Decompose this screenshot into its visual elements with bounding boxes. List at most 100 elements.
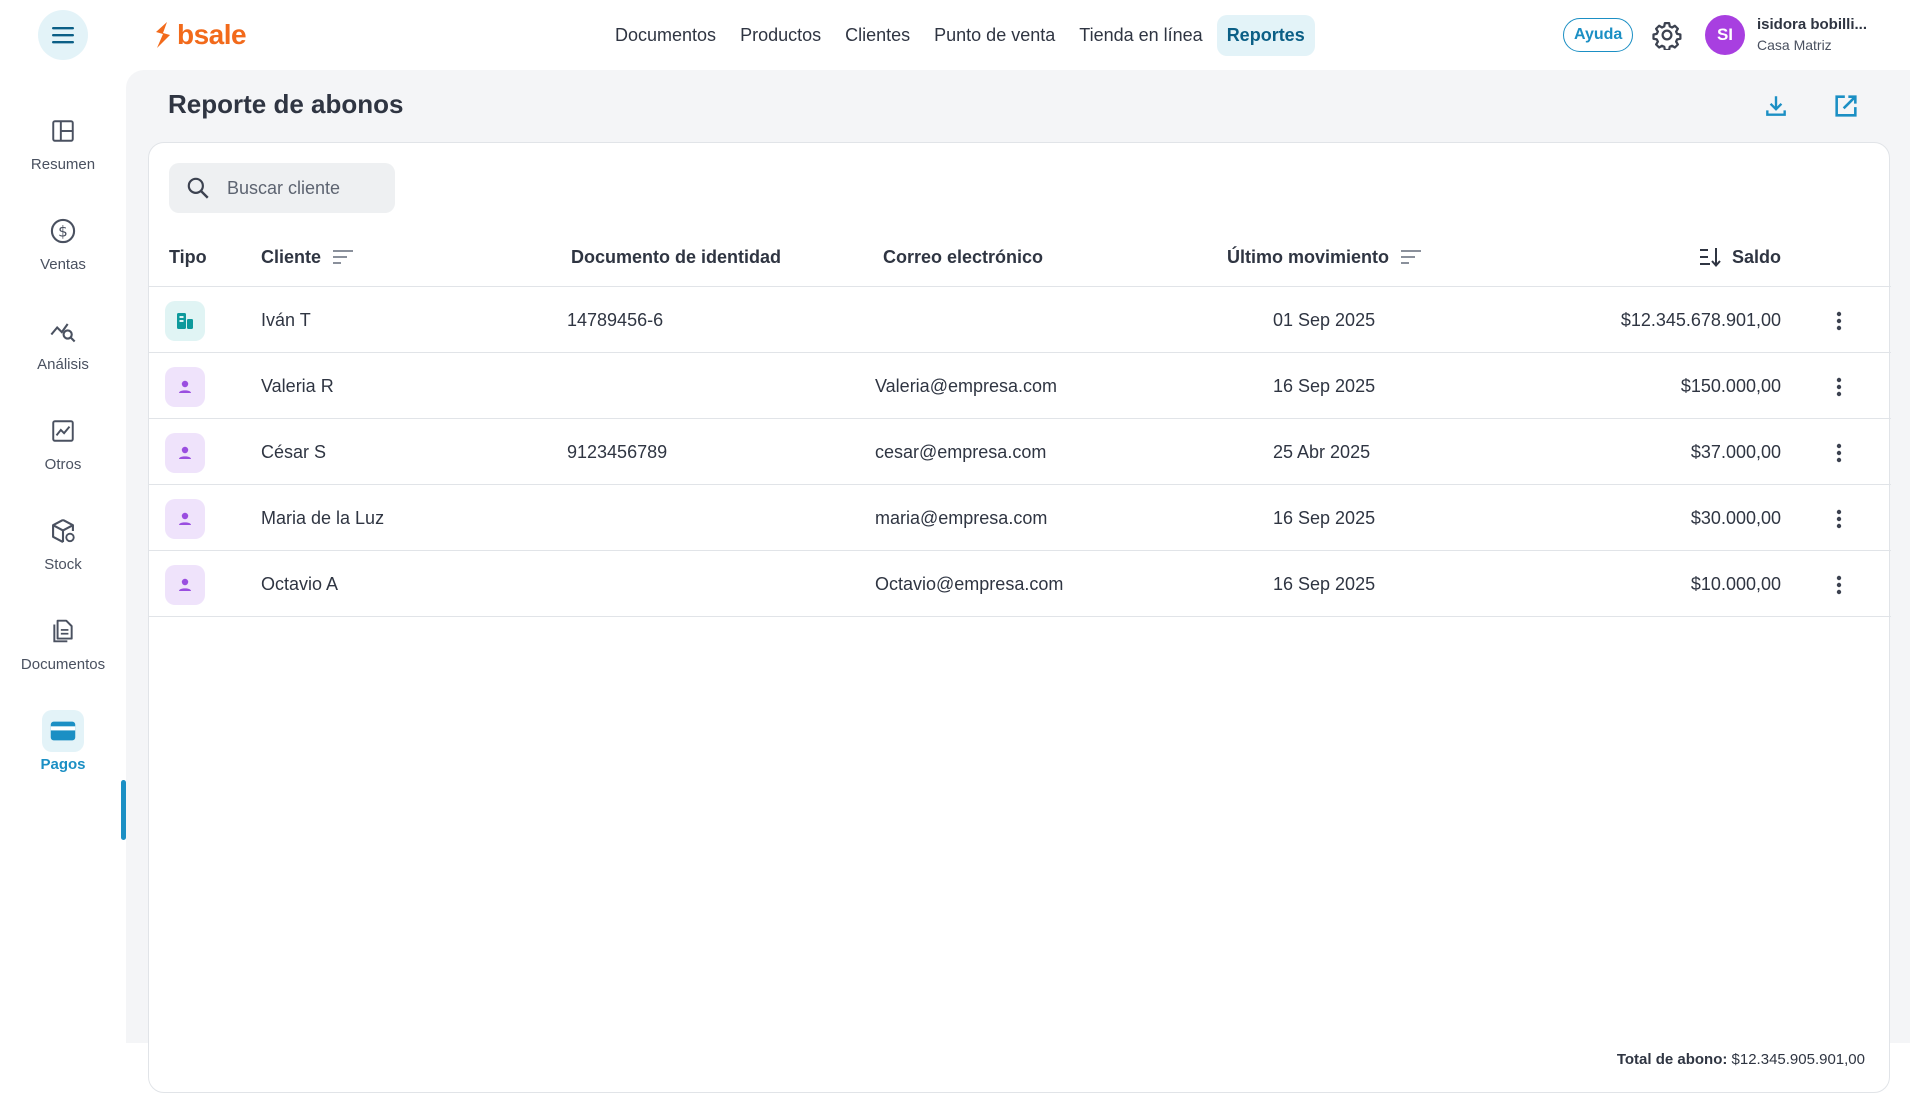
- sidebar-item-ventas[interactable]: $ Ventas: [0, 210, 126, 300]
- sidebar-item-resumen[interactable]: Resumen: [0, 110, 126, 200]
- help-button[interactable]: Ayuda: [1563, 18, 1634, 52]
- open-external-icon: [1835, 95, 1857, 117]
- document-icon: [42, 610, 84, 652]
- company-icon: [165, 300, 205, 341]
- column-header-saldo[interactable]: Saldo: [1698, 227, 1781, 287]
- person-icon: [165, 366, 205, 407]
- cell-cliente: Maria de la Luz: [261, 508, 385, 528]
- sidebar-item-label: Análisis: [37, 356, 89, 373]
- more-vertical-icon: [1836, 443, 1842, 462]
- cell-tipo: [165, 420, 205, 485]
- row-menu-button[interactable]: [1827, 486, 1851, 551]
- menu-icon: [52, 27, 74, 44]
- cell-ultimo-movimiento: 25 Abr 2025: [1273, 442, 1371, 462]
- sidebar-item-analisis[interactable]: Análisis: [0, 310, 126, 400]
- sidebar-item-label: Documentos: [20, 656, 106, 673]
- sidebar-item-otros[interactable]: Otros: [0, 410, 126, 500]
- cell-cliente: Valeria R: [261, 376, 334, 396]
- cell-correo: Octavio@empresa.com: [875, 574, 1064, 594]
- layout-icon: [42, 110, 84, 152]
- cell-tipo: [165, 486, 205, 551]
- column-label: Tipo: [169, 246, 207, 267]
- sidebar-item-pagos[interactable]: Pagos: [0, 710, 126, 800]
- chart-search-icon: [42, 310, 84, 352]
- row-menu-button[interactable]: [1827, 288, 1851, 353]
- nav-item-clientes[interactable]: Clientes: [835, 15, 920, 56]
- row-menu-button[interactable]: [1827, 354, 1851, 419]
- top-bar: bsale Documentos Productos Clientes Punt…: [0, 0, 1910, 70]
- nav-item-tienda-en-linea[interactable]: Tienda en línea: [1069, 15, 1212, 56]
- column-header-cliente[interactable]: Cliente: [261, 227, 355, 287]
- cell-correo: Valeria@empresa.com: [875, 376, 1058, 396]
- search-box[interactable]: [169, 163, 395, 213]
- trend-chart-icon: [42, 410, 84, 452]
- more-vertical-icon: [1836, 377, 1842, 396]
- sidebar: Resumen $ Ventas Análisis Otros Stock Do…: [0, 70, 126, 1043]
- open-external-button[interactable]: [1830, 90, 1862, 122]
- sort-icon[interactable]: [331, 247, 355, 267]
- report-card: Tipo Cliente Documento de identidad Corr…: [148, 142, 1891, 1093]
- cell-correo: cesar@empresa.com: [875, 442, 1047, 462]
- svg-text:$: $: [58, 222, 68, 240]
- table-row[interactable]: Valeria R Valeria@empresa.com 16 Sep 202…: [149, 354, 1891, 419]
- user-name[interactable]: isidora bobilli...: [1757, 16, 1867, 33]
- person-icon: [165, 498, 205, 539]
- cell-tipo: [165, 552, 205, 617]
- sidebar-item-label: Otros: [44, 456, 82, 473]
- cell-correo: maria@empresa.com: [875, 508, 1048, 528]
- logo-text: bsale: [177, 19, 247, 50]
- more-vertical-icon: [1836, 575, 1842, 594]
- main-nav: Documentos Productos Clientes Punto de v…: [605, 14, 1315, 56]
- nav-item-documentos[interactable]: Documentos: [605, 15, 726, 56]
- more-vertical-icon: [1836, 509, 1842, 528]
- avatar[interactable]: SI: [1705, 15, 1745, 55]
- nav-item-punto-de-venta[interactable]: Punto de venta: [924, 15, 1065, 56]
- download-button[interactable]: [1760, 90, 1792, 122]
- column-label: Cliente: [261, 246, 322, 267]
- column-label: Documento de identidad: [571, 246, 782, 267]
- row-menu-button[interactable]: [1827, 552, 1851, 617]
- total-label: Total de abono:: [1616, 1051, 1728, 1068]
- cell-saldo: $10.000,00: [1690, 574, 1781, 594]
- download-icon: [1766, 96, 1786, 116]
- table-row[interactable]: Iván T 14789456-6 01 Sep 2025 $12.345.67…: [149, 288, 1891, 353]
- bsale-logo[interactable]: bsale: [153, 17, 247, 53]
- logo-mark-icon: [156, 22, 170, 48]
- person-icon: [165, 432, 205, 473]
- card-icon: [42, 710, 84, 752]
- cell-ultimo-movimiento: 16 Sep 2025: [1273, 376, 1376, 396]
- menu-button[interactable]: [38, 10, 88, 60]
- search-input[interactable]: [227, 177, 377, 199]
- column-header-correo: Correo electrónico: [883, 227, 1043, 287]
- main-content: Reporte de abonos Tipo C: [126, 70, 1910, 1093]
- table-row[interactable]: César S 9123456789 cesar@empresa.com 25 …: [149, 420, 1891, 485]
- sidebar-item-documentos[interactable]: Documentos: [0, 610, 126, 700]
- sidebar-item-label: Stock: [44, 556, 82, 573]
- nav-item-productos[interactable]: Productos: [730, 15, 831, 56]
- more-vertical-icon: [1836, 311, 1842, 330]
- cell-tipo: [165, 288, 205, 353]
- sort-icon[interactable]: [1399, 247, 1423, 267]
- cell-saldo: $37.000,00: [1690, 442, 1781, 462]
- column-label: Saldo: [1731, 246, 1781, 267]
- column-header-ultimo-movimiento[interactable]: Último movimiento: [1227, 227, 1423, 287]
- cell-saldo: $30.000,00: [1690, 508, 1781, 528]
- gear-icon[interactable]: [1652, 20, 1682, 50]
- cell-cliente: César S: [261, 442, 327, 462]
- table-row[interactable]: Maria de la Luz maria@empresa.com 16 Sep…: [149, 486, 1891, 551]
- sidebar-item-label: Pagos: [40, 756, 86, 773]
- sidebar-item-stock[interactable]: Stock: [0, 510, 126, 600]
- column-header-documento: Documento de identidad: [571, 227, 781, 287]
- sort-descending-icon[interactable]: [1698, 246, 1722, 268]
- sidebar-item-label: Resumen: [30, 156, 96, 173]
- cell-ultimo-movimiento: 01 Sep 2025: [1273, 310, 1376, 330]
- row-menu-button[interactable]: [1827, 420, 1851, 485]
- table-row[interactable]: Octavio A Octavio@empresa.com 16 Sep 202…: [149, 552, 1891, 617]
- cell-documento: 9123456789: [567, 442, 668, 462]
- search-icon: [187, 177, 209, 199]
- nav-item-reportes[interactable]: Reportes: [1216, 14, 1315, 56]
- box-icon: [42, 510, 84, 552]
- page-title: Reporte de abonos: [168, 89, 404, 119]
- cell-ultimo-movimiento: 16 Sep 2025: [1273, 508, 1376, 528]
- cell-saldo: $150.000,00: [1680, 376, 1781, 396]
